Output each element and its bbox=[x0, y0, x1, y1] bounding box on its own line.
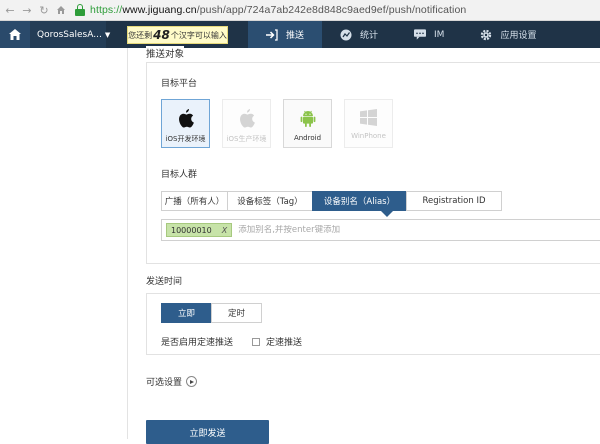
rate-push-checkbox[interactable] bbox=[252, 337, 261, 346]
send-time-label: 发送时间 bbox=[146, 277, 183, 287]
expand-play-icon[interactable] bbox=[186, 376, 198, 387]
caret-down-icon: ▼ bbox=[104, 30, 111, 39]
apple-icon bbox=[239, 109, 255, 128]
apple-icon bbox=[178, 109, 194, 128]
chat-icon bbox=[414, 29, 427, 41]
platform-winphone[interactable]: WinPhone bbox=[344, 99, 393, 148]
audience-tabs: 广播（所有人） 设备标签（Tag） 设备别名（Alias） Registrati… bbox=[161, 191, 502, 211]
target-platform-label: 目标平台 bbox=[161, 79, 198, 89]
push-target-card: 目标平台 iOS开发环境 iOS生产环境 Android WinPhone 目标… bbox=[146, 62, 600, 264]
platform-ios-prod[interactable]: iOS生产环境 bbox=[222, 99, 271, 148]
tab-broadcast[interactable]: 广播（所有人） bbox=[161, 191, 228, 211]
push-target-section-title: 推送对象 bbox=[146, 46, 185, 60]
sidebar bbox=[0, 48, 128, 439]
forward-arrow-icon[interactable]: → bbox=[20, 3, 34, 17]
android-icon bbox=[300, 110, 315, 127]
chart-icon bbox=[340, 29, 352, 41]
windows-icon bbox=[360, 109, 377, 126]
send-now-button[interactable]: 立即发送 bbox=[146, 420, 269, 444]
reload-icon[interactable]: ↻ bbox=[37, 3, 51, 17]
secure-lock-icon bbox=[74, 4, 86, 16]
tab-alias[interactable]: 设备别名（Alias） bbox=[312, 191, 407, 211]
send-scheduled-option[interactable]: 定时 bbox=[211, 303, 262, 323]
back-arrow-icon[interactable]: ← bbox=[3, 3, 17, 17]
nav-item-stats[interactable]: 统计 bbox=[322, 21, 396, 48]
rate-push-question: 是否启用定速推送 bbox=[161, 338, 234, 348]
send-icon bbox=[266, 28, 278, 41]
home-button[interactable] bbox=[0, 21, 30, 48]
target-audience-label: 目标人群 bbox=[161, 170, 198, 180]
send-now-option[interactable]: 立即 bbox=[161, 303, 212, 323]
remove-tag-icon[interactable]: X bbox=[222, 226, 227, 235]
tab-registration-id[interactable]: Registration ID bbox=[406, 191, 502, 211]
rate-push-checkbox-label[interactable]: 定速推送 bbox=[266, 335, 302, 348]
active-tab-caret bbox=[381, 211, 393, 217]
platform-ios-dev[interactable]: iOS开发环境 bbox=[161, 99, 210, 148]
send-time-card: 立即 定时 是否启用定速推送 定速推送 bbox=[146, 293, 600, 355]
house-icon bbox=[9, 29, 21, 40]
app-selector[interactable]: QorosSalesA... ▼ bbox=[30, 21, 110, 48]
alias-input-box[interactable]: 10000010 X bbox=[161, 219, 600, 241]
app-top-nav: QorosSalesA...▼ 您还剩48个汉字可以输入 推送 统计 IM bbox=[0, 21, 600, 48]
platform-android[interactable]: Android bbox=[283, 99, 332, 148]
nav-item-app-settings[interactable]: 应用设置 bbox=[462, 21, 554, 48]
char-count-tooltip: 您还剩 48 个汉字可以输入 bbox=[127, 26, 228, 44]
send-time-toggle: 立即 定时 bbox=[161, 303, 262, 323]
optional-settings-toggle[interactable]: 可选设置 bbox=[146, 375, 198, 388]
home-icon[interactable] bbox=[54, 3, 68, 17]
alias-tag: 10000010 X bbox=[166, 223, 233, 237]
nav-item-push[interactable]: 推送 bbox=[248, 21, 323, 48]
alias-input[interactable] bbox=[238, 225, 459, 235]
tab-tag[interactable]: 设备标签（Tag） bbox=[227, 191, 313, 211]
browser-address-bar: ← → ↻ https://www.jiguang.cn/push/app/72… bbox=[0, 0, 600, 21]
gear-icon bbox=[480, 29, 492, 41]
nav-item-im[interactable]: IM bbox=[396, 21, 462, 48]
main-content: 目标平台 iOS开发环境 iOS生产环境 Android WinPhone 目标… bbox=[129, 46, 600, 444]
url-field[interactable]: https://www.jiguang.cn/push/app/724a7ab2… bbox=[90, 4, 466, 16]
